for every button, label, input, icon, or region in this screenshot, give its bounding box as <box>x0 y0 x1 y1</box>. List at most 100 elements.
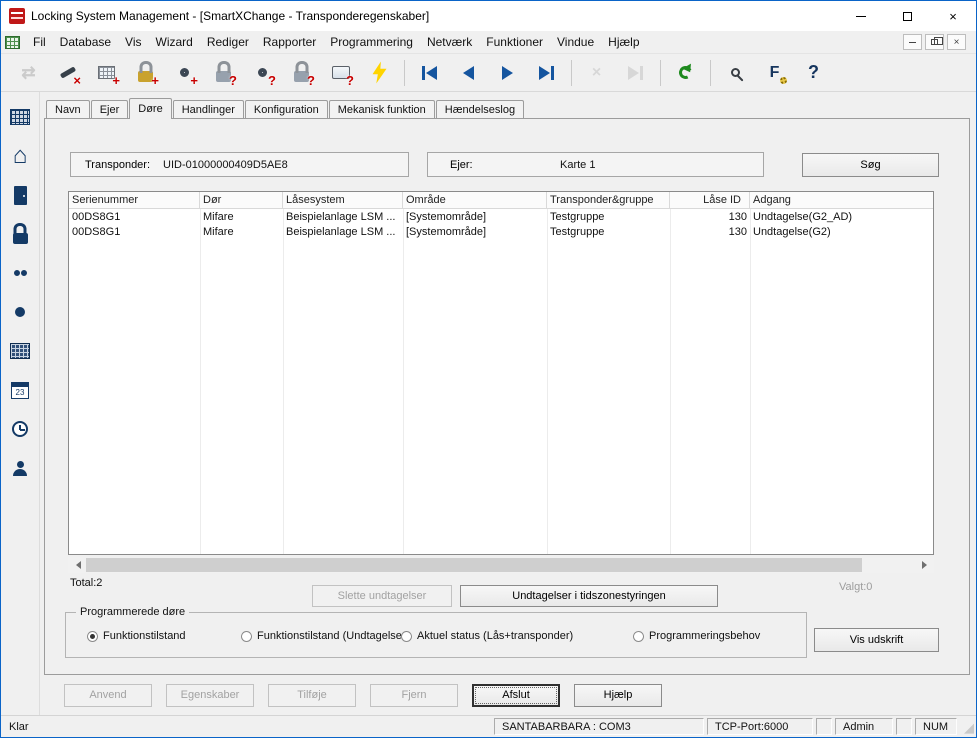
help-footer-button[interactable]: Hjælp <box>574 684 662 707</box>
column-header-lasesystem[interactable]: Låsesystem <box>283 192 403 208</box>
radio-label: Aktuel status (Lås+transponder) <box>417 630 573 642</box>
menu-database[interactable]: Database <box>53 32 118 52</box>
column-header-dor[interactable]: Dør <box>200 192 283 208</box>
program-button[interactable] <box>362 58 397 88</box>
menu-fil[interactable]: Fil <box>26 32 53 52</box>
transponder-icon <box>15 307 25 317</box>
new-locking-system-button[interactable]: + <box>89 58 124 88</box>
sidebar-item-lock[interactable] <box>7 221 33 247</box>
tab-dore[interactable]: Døre <box>129 98 171 119</box>
minimize-button[interactable] <box>838 1 884 31</box>
sidebar-item-transponder-group[interactable] <box>7 260 33 286</box>
document-system-menu-icon[interactable] <box>5 36 20 49</box>
tab-navn[interactable]: Navn <box>46 100 90 118</box>
help-button[interactable]: ? <box>796 58 831 88</box>
maximize-button[interactable] <box>884 1 930 31</box>
column-header-adgang[interactable]: Adgang <box>750 192 933 208</box>
transponder-value: UID-01000000409D5AE8 <box>163 159 288 171</box>
table-row[interactable]: 00DS8G1 Mifare Beispielanlage LSM ... [S… <box>69 209 933 224</box>
nav-cancel-button[interactable]: × <box>579 58 614 88</box>
nav-next-icon <box>502 66 513 80</box>
read-mifare-lock-button[interactable]: ? <box>284 58 319 88</box>
menu-bar: Fil Database Vis Wizard Rediger Rapporte… <box>1 31 976 54</box>
radio-programmeringsbehov[interactable]: Programmeringsbehov <box>633 630 760 642</box>
column-header-omrade[interactable]: Område <box>403 192 547 208</box>
exceptions-timezone-button[interactable]: Undtagelser i tidszonestyringen <box>460 585 718 607</box>
refresh-button[interactable] <box>668 58 703 88</box>
new-lock-button[interactable]: + <box>128 58 163 88</box>
radio-funktionstilstand[interactable]: Funktionstilstand <box>87 630 186 642</box>
tab-ejer[interactable]: Ejer <box>91 100 129 118</box>
clock-icon <box>12 421 28 437</box>
tab-page-doors: Transponder: UID-01000000409D5AE8 Ejer: … <box>44 118 970 675</box>
cell-serienummer: 00DS8G1 <box>69 211 200 223</box>
toolbar: ⇄ × + + + ? ? ? <box>1 54 976 92</box>
nav-first-button[interactable] <box>412 58 447 88</box>
menu-vindue[interactable]: Vindue <box>550 32 601 52</box>
menu-hjaelp[interactable]: Hjælp <box>601 32 646 52</box>
status-com-port: SANTABARBARA : COM3 <box>494 718 704 735</box>
scrollbar-thumb[interactable] <box>86 558 862 572</box>
nav-last-button[interactable] <box>529 58 564 88</box>
column-header-laseid[interactable]: Låse ID <box>670 192 750 208</box>
mdi-restore-button[interactable] <box>925 34 944 50</box>
add-button[interactable]: Tilføje <box>268 684 356 707</box>
mdi-minimize-button[interactable] <box>903 34 922 50</box>
cell-serienummer: 00DS8G1 <box>69 226 200 238</box>
show-print-button[interactable]: Vis udskrift <box>814 628 939 652</box>
doors-table: Serienummer Dør Låsesystem Område Transp… <box>68 191 934 555</box>
radio-aktuel-status[interactable]: Aktuel status (Lås+transponder) <box>401 630 573 642</box>
new-transponder-button[interactable]: + <box>167 58 202 88</box>
filter-button[interactable]: F <box>757 58 792 88</box>
search-button[interactable]: Søg <box>802 153 939 177</box>
calendar-icon: 23 <box>11 382 29 399</box>
sidebar-item-matrix[interactable] <box>7 104 33 130</box>
table-row[interactable]: 00DS8G1 Mifare Beispielanlage LSM ... [S… <box>69 224 933 239</box>
radio-funktionstilstand-undtagelser[interactable]: Funktionstilstand (Undtagelser) <box>241 630 409 642</box>
menu-funktioner[interactable]: Funktioner <box>479 32 550 52</box>
sidebar-item-calendar[interactable]: 23 <box>7 377 33 403</box>
tab-mekanisk-funktion[interactable]: Mekanisk funktion <box>329 100 435 118</box>
tab-handlinger[interactable]: Handlinger <box>173 100 244 118</box>
status-spacer <box>816 718 832 735</box>
column-header-transpondergruppe[interactable]: Transponder&gruppe <box>547 192 670 208</box>
tab-haendelseslog[interactable]: Hændelseslog <box>436 100 524 118</box>
read-card-button[interactable]: ? <box>323 58 358 88</box>
read-transponder-button[interactable]: ? <box>245 58 280 88</box>
mdi-close-button[interactable]: × <box>947 34 966 50</box>
disconnect-reader-button[interactable]: × <box>50 58 85 88</box>
sidebar-item-door[interactable] <box>7 182 33 208</box>
sidebar-item-network[interactable] <box>7 338 33 364</box>
search-button-toolbar[interactable] <box>718 58 753 88</box>
tab-konfiguration[interactable]: Konfiguration <box>245 100 328 118</box>
menu-netvaerk[interactable]: Netværk <box>420 32 479 52</box>
scroll-right-button[interactable] <box>918 557 934 573</box>
nav-end-button[interactable] <box>618 58 653 88</box>
column-header-serienummer[interactable]: Serienummer <box>69 192 200 208</box>
close-button[interactable]: × <box>930 1 976 31</box>
app-icon[interactable] <box>9 8 25 24</box>
scrollbar-track[interactable] <box>84 557 918 573</box>
scroll-left-button[interactable] <box>68 557 84 573</box>
exit-button[interactable]: Afslut <box>472 684 560 707</box>
menu-rediger[interactable]: Rediger <box>200 32 256 52</box>
sidebar-item-transponder[interactable] <box>7 299 33 325</box>
sidebar-item-clock[interactable] <box>7 416 33 442</box>
cell-transpondergruppe: Testgruppe <box>547 211 670 223</box>
nav-previous-button[interactable] <box>451 58 486 88</box>
resize-grip[interactable]: ◢ <box>960 718 974 736</box>
sidebar-item-home[interactable]: ⌂ <box>7 143 33 169</box>
menu-rapporter[interactable]: Rapporter <box>256 32 323 52</box>
menu-vis[interactable]: Vis <box>118 32 148 52</box>
sidebar-item-user[interactable] <box>7 455 33 481</box>
menu-programmering[interactable]: Programmering <box>323 32 420 52</box>
nav-next-button[interactable] <box>490 58 525 88</box>
apply-button[interactable]: Anvend <box>64 684 152 707</box>
data-transfer-button[interactable]: ⇄ <box>11 58 46 88</box>
remove-button[interactable]: Fjern <box>370 684 458 707</box>
properties-button[interactable]: Egenskaber <box>166 684 254 707</box>
menu-wizard[interactable]: Wizard <box>149 32 200 52</box>
horizontal-scrollbar[interactable] <box>68 557 934 573</box>
delete-exceptions-button[interactable]: Slette undtagelser <box>312 585 452 607</box>
read-lock-button[interactable]: ? <box>206 58 241 88</box>
